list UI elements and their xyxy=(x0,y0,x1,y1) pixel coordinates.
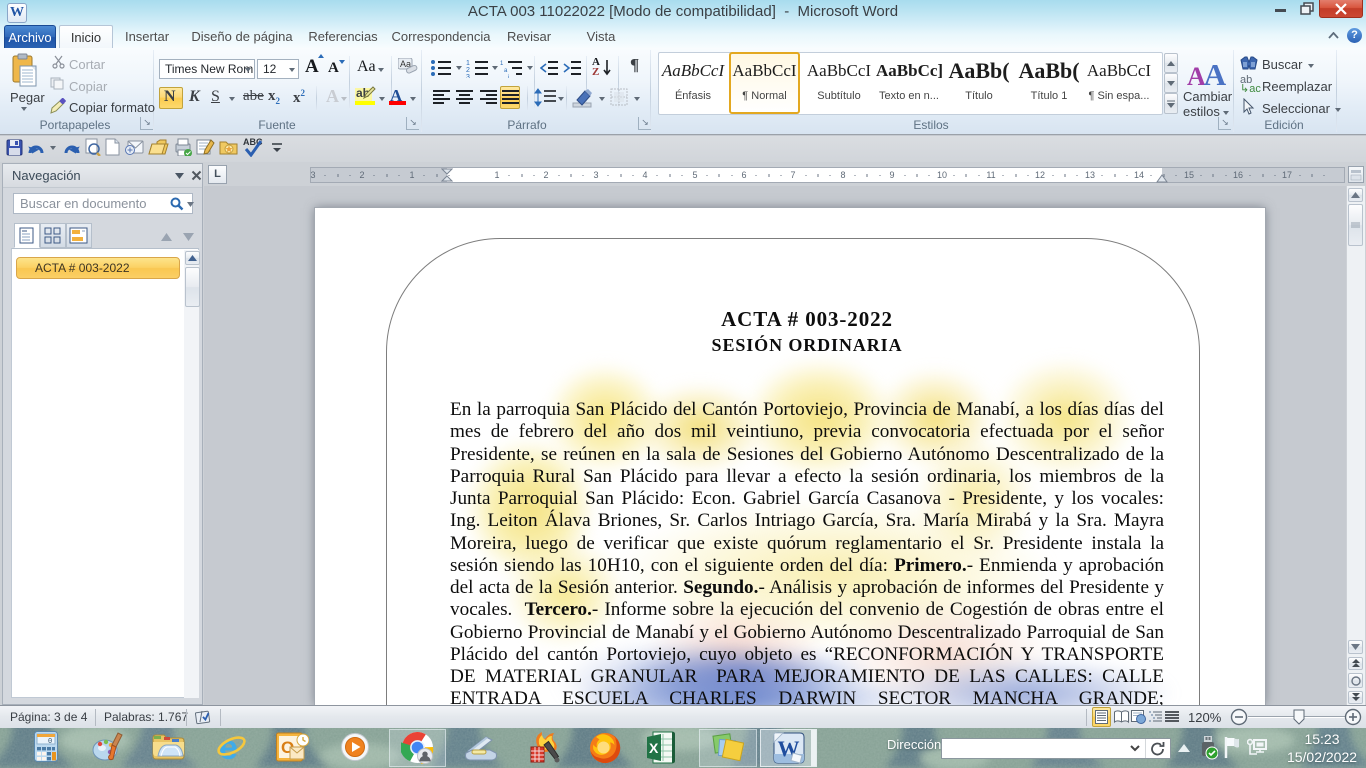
svg-text:a: a xyxy=(504,68,508,74)
svg-text:i: i xyxy=(508,75,509,78)
svg-text:X: X xyxy=(649,740,659,756)
svg-text:2: 2 xyxy=(466,67,470,74)
svg-text:0: 0 xyxy=(48,738,52,746)
svg-text:e: e xyxy=(219,731,238,763)
svg-text:3: 3 xyxy=(466,74,470,78)
svg-text:1: 1 xyxy=(500,61,504,67)
svg-text:1: 1 xyxy=(466,60,470,67)
